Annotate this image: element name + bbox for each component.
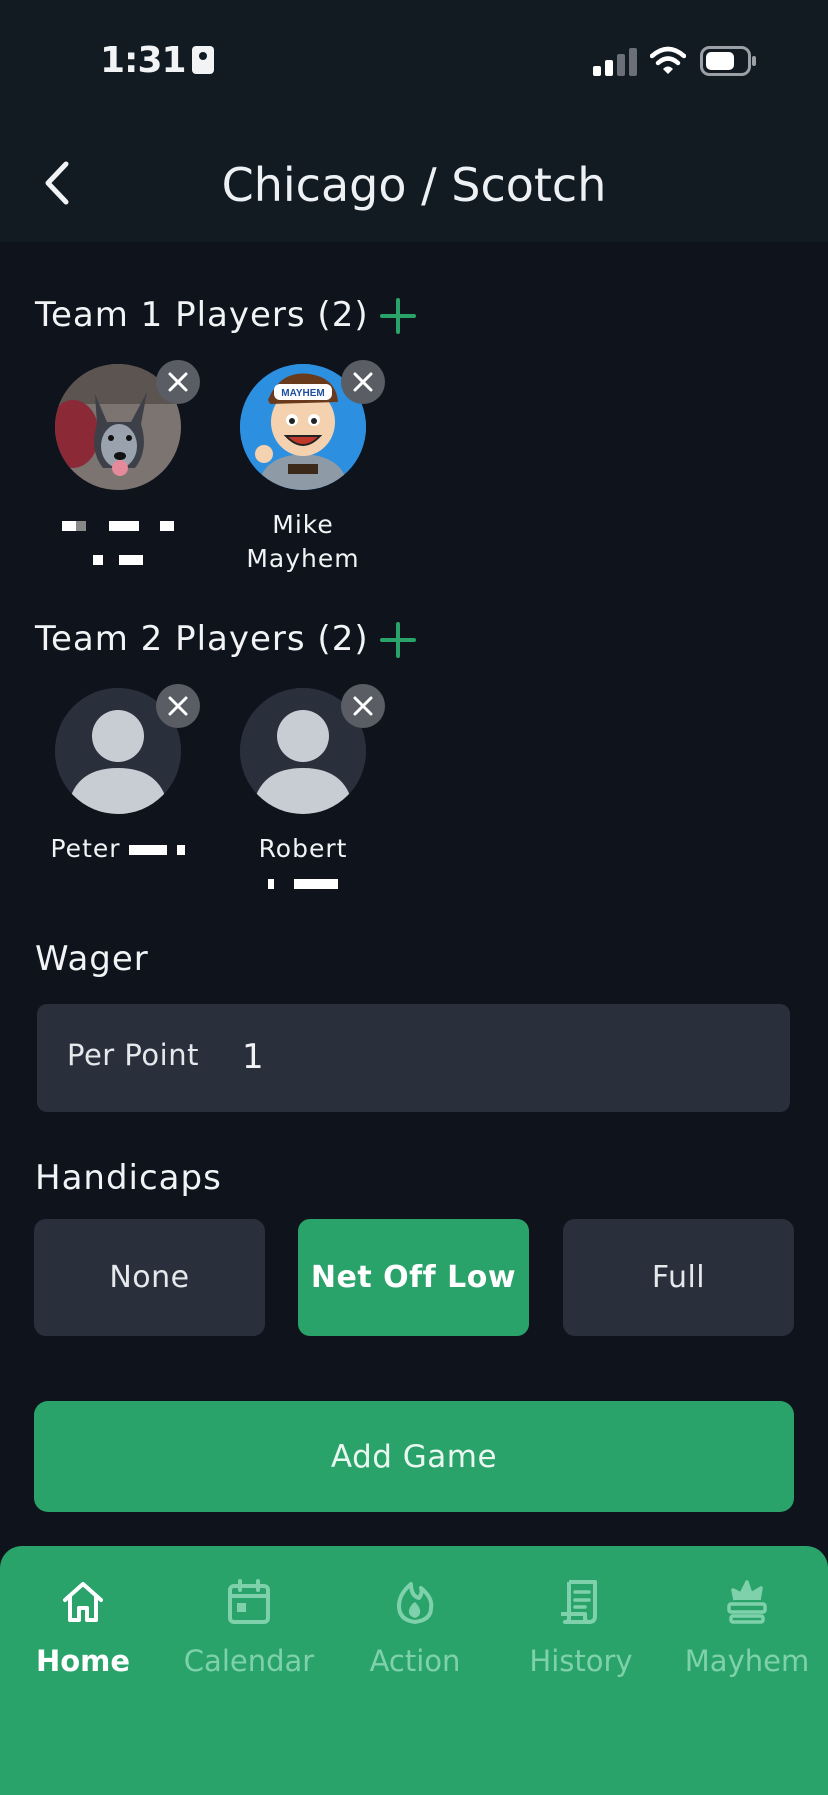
receipt-icon bbox=[561, 1580, 597, 1624]
tab-label: Action bbox=[369, 1644, 461, 1678]
tab-label: Mayhem bbox=[684, 1644, 810, 1678]
handicap-net-off-low-button[interactable]: Net Off Low bbox=[298, 1219, 529, 1336]
tab-mayhem[interactable]: Mayhem bbox=[664, 1546, 828, 1686]
battery-icon bbox=[700, 46, 756, 76]
page-title: Chicago / Scotch bbox=[221, 158, 607, 212]
player-name-line2: Mayhem bbox=[246, 544, 360, 573]
remove-player-icon[interactable] bbox=[341, 684, 385, 728]
tab-label: Calendar bbox=[183, 1644, 315, 1678]
player-name-redacted bbox=[129, 834, 186, 863]
home-icon bbox=[63, 1582, 103, 1622]
svg-text:MAYHEM: MAYHEM bbox=[281, 388, 325, 399]
remove-player-icon[interactable] bbox=[341, 360, 385, 404]
player-name-line1: Peter bbox=[20, 832, 216, 866]
tab-calendar[interactable]: Calendar bbox=[166, 1546, 332, 1686]
team2-title: Team 2 Players (2) bbox=[35, 619, 369, 659]
tab-label: History bbox=[529, 1644, 633, 1678]
remove-player-icon[interactable] bbox=[156, 360, 200, 404]
status-time: 1:31 bbox=[100, 40, 214, 81]
tab-home[interactable]: Home bbox=[0, 1546, 166, 1686]
wager-field[interactable]: Per Point bbox=[37, 1004, 790, 1112]
add-game-button[interactable]: Add Game bbox=[34, 1401, 794, 1512]
player-name bbox=[20, 508, 216, 576]
signal-icon bbox=[593, 48, 637, 76]
tab-action[interactable]: Action bbox=[332, 1546, 498, 1686]
status-bar: 1:31 bbox=[0, 0, 828, 120]
player-name: Robert bbox=[205, 832, 401, 900]
tab-history[interactable]: History bbox=[498, 1546, 664, 1686]
wifi-icon bbox=[650, 46, 686, 74]
player-name-redacted bbox=[20, 508, 216, 542]
nav-header: Chicago / Scotch bbox=[0, 120, 828, 242]
per-point-input[interactable] bbox=[240, 1032, 764, 1082]
team1-title: Team 1 Players (2) bbox=[35, 295, 369, 335]
tab-label: Home bbox=[35, 1644, 131, 1678]
per-point-label: Per Point bbox=[67, 1038, 199, 1072]
explosion-icon bbox=[727, 1580, 767, 1624]
player-name-redacted-2 bbox=[20, 542, 216, 576]
player-name-line1: Mike bbox=[272, 510, 334, 539]
player-name: Mike Mayhem bbox=[205, 508, 401, 576]
calendar-icon bbox=[228, 1579, 270, 1624]
handicaps-title: Handicaps bbox=[35, 1158, 222, 1198]
remove-player-icon[interactable] bbox=[156, 684, 200, 728]
handicap-full-button[interactable]: Full bbox=[563, 1219, 794, 1336]
wager-title: Wager bbox=[35, 939, 149, 979]
player-name: Peter bbox=[20, 832, 216, 866]
player-name-line1: Robert bbox=[258, 834, 348, 863]
handicap-none-button[interactable]: None bbox=[34, 1219, 265, 1336]
add-team1-player-icon[interactable] bbox=[378, 296, 418, 336]
flame-icon bbox=[397, 1582, 434, 1624]
player-first-name: Peter bbox=[50, 834, 121, 863]
player-name-redacted bbox=[205, 866, 401, 900]
add-team2-player-icon[interactable] bbox=[378, 620, 418, 660]
tab-bar: Home Calendar Action History Mayhem bbox=[0, 1546, 828, 1795]
id-badge-icon bbox=[191, 46, 214, 74]
